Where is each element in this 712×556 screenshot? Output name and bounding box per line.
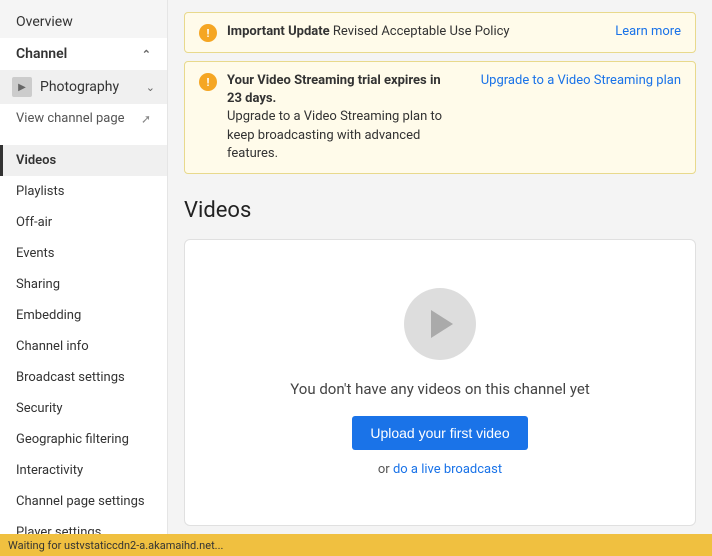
status-bar: Waiting for ustvstaticcdn2-a.akamaihd.ne… [0, 534, 712, 556]
sidebar-item-videos[interactable]: Videos [0, 145, 167, 176]
upload-first-video-button[interactable]: Upload your first video [352, 416, 527, 450]
sidebar-item-off-air[interactable]: Off-air [0, 207, 167, 238]
banner-1-content: Important Update Revised Acceptable Use … [227, 23, 593, 41]
warning-icon-2: ! [199, 73, 217, 91]
main-content: ! Important Update Revised Acceptable Us… [168, 0, 712, 534]
sidebar-item-sharing[interactable]: Sharing [0, 269, 167, 300]
warning-icon-1: ! [199, 24, 217, 42]
banner-2-content: Your Video Streaming trial expires in 23… [227, 72, 459, 163]
trial-expiry-banner: ! Your Video Streaming trial expires in … [184, 61, 696, 174]
sidebar-item-broadcast-settings[interactable]: Broadcast settings [0, 362, 167, 393]
or-live-text: or do a live broadcast [378, 462, 502, 477]
external-link-icon: ➚ [141, 112, 151, 126]
chevron-down-icon: ⌄ [146, 81, 155, 94]
sidebar-channel-label: Channel [16, 46, 67, 62]
empty-state-text: You don't have any videos on this channe… [290, 380, 590, 398]
video-placeholder-icon [404, 288, 476, 360]
banner-2-bold: Your Video Streaming trial expires in 23… [227, 73, 441, 106]
sidebar-item-interactivity[interactable]: Interactivity [0, 455, 167, 486]
banner-2-text: Upgrade to a Video Streaming plan to kee… [227, 109, 442, 160]
play-icon [431, 310, 453, 338]
view-channel-label: View channel page [16, 111, 125, 126]
sidebar-item-geographic-filtering[interactable]: Geographic filtering [0, 424, 167, 455]
learn-more-link[interactable]: Learn more [615, 24, 681, 39]
sidebar: Overview Channel ⌃ ▶ Photography ⌄ View … [0, 0, 168, 534]
videos-section: Videos You don't have any videos on this… [168, 182, 712, 534]
status-text: Waiting for ustvstaticcdn2-a.akamaihd.ne… [8, 539, 223, 552]
sidebar-item-playlists[interactable]: Playlists [0, 176, 167, 207]
channel-item-left: ▶ Photography [12, 77, 119, 97]
sidebar-item-security[interactable]: Security [0, 393, 167, 424]
sidebar-item-embedding[interactable]: Embedding [0, 300, 167, 331]
live-broadcast-link[interactable]: do a live broadcast [393, 462, 502, 477]
sidebar-channel-section: Channel ⌃ [0, 38, 167, 70]
sidebar-item-channel-info[interactable]: Channel info [0, 331, 167, 362]
sidebar-item-channel-page-settings[interactable]: Channel page settings [0, 486, 167, 517]
sidebar-item-events[interactable]: Events [0, 238, 167, 269]
upgrade-link[interactable]: Upgrade to a Video Streaming plan [481, 73, 681, 88]
sidebar-channel-selector[interactable]: ▶ Photography ⌄ [0, 70, 167, 104]
banner-1-bold: Important Update [227, 24, 330, 39]
sidebar-item-player-settings[interactable]: Player settings [0, 517, 167, 534]
chevron-up-icon: ⌃ [142, 48, 151, 61]
page-title: Videos [184, 198, 696, 223]
channel-name: Photography [40, 79, 119, 95]
or-text: or [378, 462, 393, 477]
channel-thumbnail-icon: ▶ [12, 77, 32, 97]
sidebar-item-overview[interactable]: Overview [0, 0, 167, 38]
important-update-banner: ! Important Update Revised Acceptable Us… [184, 12, 696, 53]
banners-container: ! Important Update Revised Acceptable Us… [168, 0, 712, 182]
empty-state-card: You don't have any videos on this channe… [184, 239, 696, 526]
view-channel-link[interactable]: View channel page ➚ [0, 104, 167, 133]
banner-1-text: Revised Acceptable Use Policy [330, 24, 510, 39]
